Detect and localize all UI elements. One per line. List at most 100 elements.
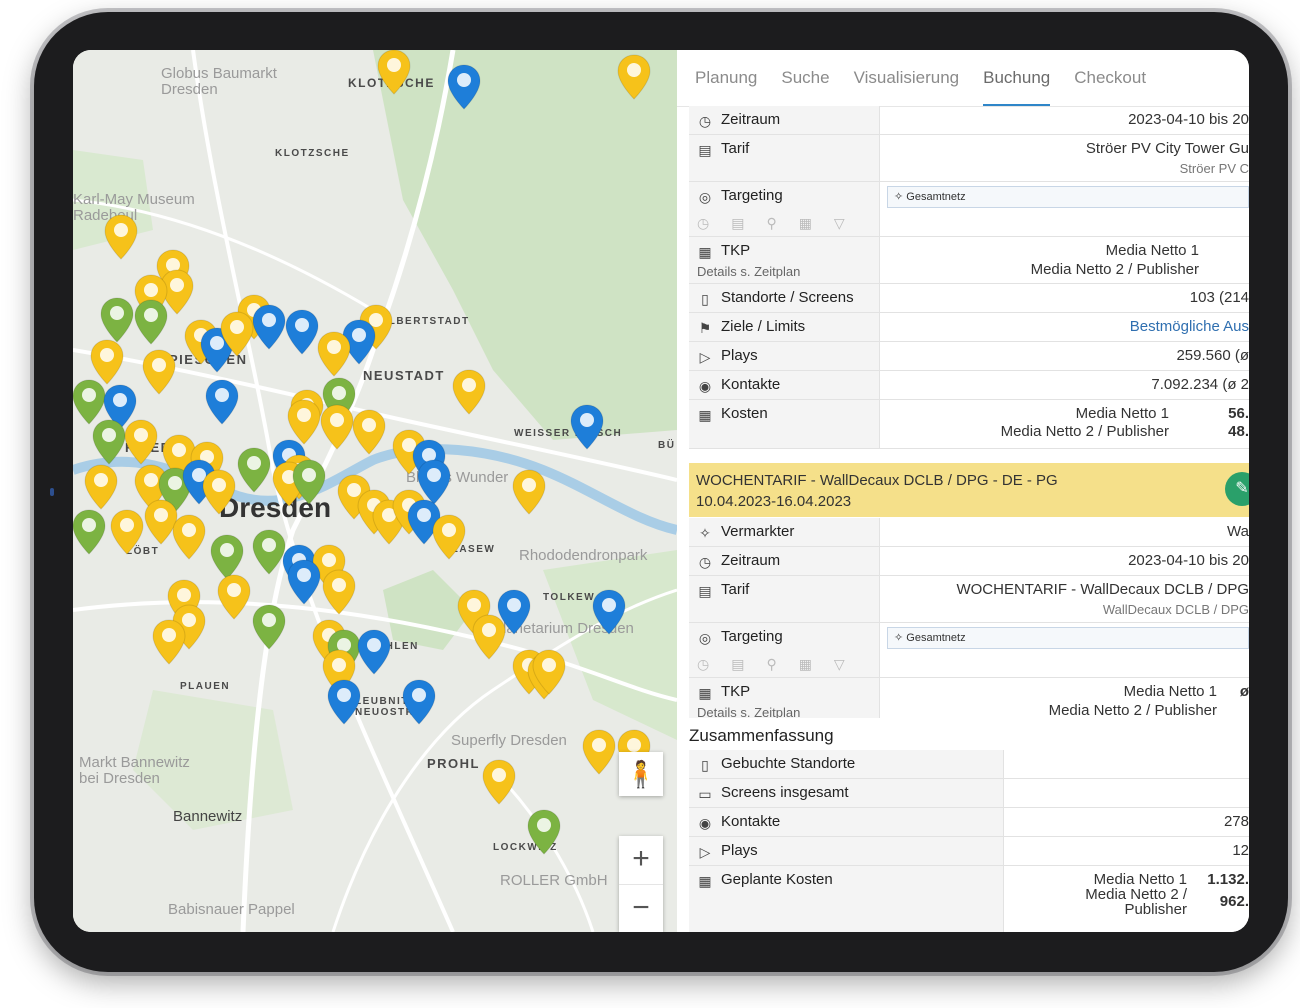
row-label: Kontakte — [721, 376, 781, 393]
monitor-icon: ▭ — [698, 786, 712, 802]
targeting-filter-icons: ◷▤⚲▦▽ — [697, 656, 867, 672]
row-value: 2023-04-10 bis 20 — [1128, 111, 1249, 128]
map-view[interactable]: KLOTZSCHE KLOTZSCHE ALBERTSTADT NEUSTADT… — [73, 50, 677, 932]
targeting-value: Gesamtnetz — [906, 191, 966, 203]
map-marker-pin[interactable] — [377, 50, 411, 95]
map-marker-pin[interactable] — [592, 589, 626, 635]
target-icon: ◎ — [698, 630, 712, 646]
target-icon: ◎ — [698, 189, 712, 205]
map-marker-pin[interactable] — [582, 729, 616, 775]
map-marker-pin[interactable] — [124, 419, 158, 465]
eye-icon: ◉ — [698, 815, 712, 831]
map-marker-pin[interactable] — [472, 614, 506, 660]
row-label: Kosten — [721, 405, 768, 422]
map-marker-pin[interactable] — [617, 54, 651, 100]
row-plays: ▷ Plays 259.560 (ø — [689, 342, 1249, 371]
map-marker-pin[interactable] — [237, 447, 271, 493]
map-marker-pin[interactable] — [84, 464, 118, 510]
eye-icon: ◉ — [698, 378, 712, 394]
booking2-header[interactable]: WOCHENTARIF - WallDecaux DCLB / DPG - DE… — [689, 463, 1249, 517]
zoom-in-button[interactable]: + — [619, 836, 663, 885]
camera-dot — [50, 488, 54, 496]
map-marker-pin[interactable] — [512, 469, 546, 515]
targeting-pill[interactable]: ✧ Gesamtnetz — [887, 186, 1249, 208]
booking2-date: 10.04.2023-16.04.2023 — [696, 493, 852, 510]
map-marker-pin[interactable] — [452, 369, 486, 415]
row-amount: 1.132. — [1207, 871, 1249, 888]
map-marker-pin[interactable] — [322, 569, 356, 615]
row-label: Vermarkter — [721, 523, 795, 540]
row-label: TKP — [721, 242, 751, 259]
map-marker-pin[interactable] — [100, 297, 134, 343]
map-marker-pin[interactable] — [134, 299, 168, 345]
map-marker-pin[interactable] — [210, 534, 244, 580]
row-plays: ▷ Plays 12 — [689, 837, 1249, 866]
calculator-icon: ▦ — [698, 873, 712, 889]
row-zeitraum: ◷ Zeitraum 2023-04-10 bis 20 — [689, 547, 1249, 576]
tab-checkout[interactable]: Checkout — [1074, 50, 1146, 106]
map-marker-pin[interactable] — [285, 309, 319, 355]
map-marker-pin[interactable] — [144, 499, 178, 545]
map-marker-pin[interactable] — [482, 759, 516, 805]
map-marker-pin[interactable] — [205, 379, 239, 425]
booking2-title: WOCHENTARIF - WallDecaux DCLB / DPG - DE… — [696, 472, 1058, 489]
map-marker-pin[interactable] — [447, 64, 481, 110]
clock-icon: ◷ — [698, 113, 712, 129]
map-marker-pin[interactable] — [252, 604, 286, 650]
map-marker-pin[interactable] — [287, 399, 321, 445]
row-label: Kontakte — [721, 813, 781, 830]
row-value: 2023-04-10 bis 20 — [1128, 552, 1249, 569]
map-marker-pin[interactable] — [90, 339, 124, 385]
map-marker-pin[interactable] — [527, 809, 561, 855]
map-marker-pin[interactable] — [73, 379, 106, 425]
row-value: Media Netto 2 / Publisher — [1048, 702, 1217, 719]
targeting-pill[interactable]: ✧ Gesamtnetz — [887, 627, 1249, 649]
map-marker-pin[interactable] — [252, 529, 286, 575]
map-marker-pin[interactable] — [73, 509, 106, 555]
row-kontakte: ◉ Kontakte 7.092.234 (ø 2 — [689, 371, 1249, 400]
map-marker-pin[interactable] — [352, 409, 386, 455]
row-value: Bestmögliche Aus — [1129, 318, 1249, 335]
map-marker-pin[interactable] — [172, 514, 206, 560]
screen-icon: ▯ — [701, 757, 709, 773]
row-amount: 962. — [1219, 893, 1249, 910]
play-icon: ▷ — [699, 349, 711, 365]
row-gebuchte-standorte: ▯ Gebuchte Standorte — [689, 750, 1249, 779]
row-targeting: ◎ Targeting ◷▤⚲▦▽ ✧ Gesamtnetz — [689, 623, 1249, 678]
row-value: Media Netto 1 — [1123, 683, 1217, 700]
map-marker-pin[interactable] — [317, 331, 351, 377]
row-screens: ▭ Screens insgesamt — [689, 779, 1249, 808]
map-marker-pin[interactable] — [104, 214, 138, 260]
map-marker-pin[interactable] — [252, 304, 286, 350]
row-kontakte: ◉ Kontakte 278 — [689, 808, 1249, 837]
row-tkp: ▦ TKP Details s. Zeitplan Media Netto 1 Me… — [689, 237, 1249, 284]
row-vermarkter: ✧ Vermarkter Wa — [689, 518, 1249, 547]
row-label: Targeting — [721, 187, 783, 204]
map-marker-pin[interactable] — [287, 559, 321, 605]
zoom-out-button[interactable]: − — [619, 885, 663, 932]
tab-planung[interactable]: Planung — [695, 50, 757, 106]
map-marker-pin[interactable] — [152, 619, 186, 665]
map-marker-pin[interactable] — [202, 469, 236, 515]
map-marker-pin[interactable] — [217, 574, 251, 620]
row-amount: 48. — [1228, 423, 1249, 440]
map-marker-pin[interactable] — [432, 514, 466, 560]
row-label: Ziele / Limits — [721, 318, 806, 335]
row-label: Plays — [721, 347, 758, 364]
map-marker-pin[interactable] — [320, 404, 354, 450]
row-label: Tarif — [721, 581, 750, 598]
map-marker-pin[interactable] — [357, 629, 391, 675]
tab-suche[interactable]: Suche — [781, 50, 829, 106]
edit-button[interactable]: ✎ — [1225, 472, 1249, 506]
tab-buchung[interactable]: Buchung — [983, 50, 1051, 106]
row-targeting: ◎ Targeting ◷▤⚲▦▽ ✧ Gesamtnetz — [689, 182, 1249, 237]
map-marker-pin[interactable] — [110, 509, 144, 555]
map-marker-pin[interactable] — [327, 679, 361, 725]
map-marker-pin[interactable] — [142, 349, 176, 395]
tab-visualisierung[interactable]: Visualisierung — [854, 50, 960, 106]
map-marker-pin[interactable] — [402, 679, 436, 725]
row-value: Media Netto 2 / Publisher — [1000, 423, 1169, 440]
pegman-icon[interactable]: 🧍 — [619, 752, 663, 796]
map-marker-pin[interactable] — [92, 419, 126, 465]
map-marker-pin[interactable] — [570, 404, 604, 450]
